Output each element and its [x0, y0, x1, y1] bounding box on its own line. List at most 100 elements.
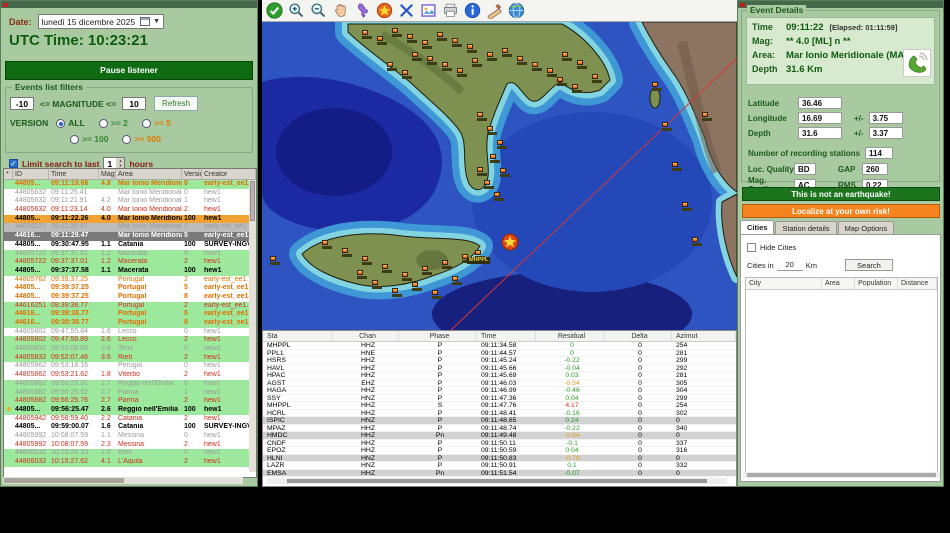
phase-horizontal-scrollbar[interactable]	[267, 478, 727, 484]
event-row[interactable]: 44805... 09:39:37.25 Portugal 8 early-est_ee…	[4, 292, 256, 302]
event-row[interactable]: 44805802 09:47:56.89 2.6 Lecco 2 hew1	[4, 336, 256, 346]
station-marker[interactable]	[672, 162, 682, 171]
globe-icon[interactable]	[507, 1, 526, 20]
phase-row[interactable]: PPL1 HNE P 09:11:44.57 0 0 281	[263, 350, 736, 357]
event-row[interactable]: 44805862 09:53:18.16 Perugia 0 hew1	[4, 362, 256, 372]
station-marker[interactable]	[652, 82, 662, 91]
tab-map-options[interactable]: Map Options	[837, 221, 895, 234]
limit-search-checkbox[interactable]: ✓	[9, 159, 18, 168]
latitude-field[interactable]: 36.46	[798, 97, 842, 109]
version-option-900[interactable]: >= 900	[122, 134, 161, 144]
magnitude-min-input[interactable]: -10	[10, 97, 34, 110]
station-marker[interactable]	[412, 282, 422, 291]
station-marker[interactable]	[477, 167, 487, 176]
station-marker[interactable]	[387, 62, 397, 71]
station-marker[interactable]	[392, 288, 402, 297]
radio-icon[interactable]	[56, 118, 66, 128]
tab-station-details[interactable]: Station details	[775, 221, 837, 234]
event-row[interactable]: 44805762 09:39:37.25 Portugal 2 early-est_ee…	[4, 275, 256, 285]
station-marker[interactable]	[362, 30, 372, 39]
delete-icon[interactable]	[397, 1, 416, 20]
snapshot-icon[interactable]	[419, 1, 438, 20]
station-marker[interactable]	[452, 276, 462, 285]
star-icon[interactable]	[375, 1, 394, 20]
station-marker[interactable]	[467, 44, 477, 53]
station-marker[interactable]	[270, 256, 280, 265]
station-marker[interactable]	[442, 62, 452, 71]
cities-horizontal-scrollbar[interactable]	[743, 472, 940, 478]
event-row[interactable]: 44806032 10:15:26.10 2.0 Rieti 0 hew1	[4, 449, 256, 458]
station-marker[interactable]	[484, 180, 494, 189]
map-canvas[interactable]: MHPPL	[262, 22, 737, 330]
event-row[interactable]: 44805832 09:52:07.46 3.6 Rieti 2 hew1	[4, 353, 256, 363]
event-row[interactable]: 44805... 09:39:37.25 Portugal 5 early-est_ee…	[4, 284, 256, 293]
event-row[interactable]: 44616251 09:39:38.77 Portugal 2 early-est_ee…	[4, 301, 256, 311]
station-marker[interactable]	[490, 154, 500, 163]
station-marker[interactable]	[457, 68, 467, 77]
event-row[interactable]: 44805632 09:11:21.91 4.2 Mar Ionio Meridion…	[4, 197, 256, 207]
station-marker[interactable]	[452, 38, 462, 47]
events-vertical-scrollbar[interactable]	[249, 180, 256, 472]
phase-row[interactable]: HAGA HHZ P 09:11:46.99 -0.46 0 304	[263, 387, 736, 395]
station-marker[interactable]	[412, 52, 422, 61]
event-row[interactable]: 44805992 10:08:07.59 2.3 Messina 2 hew1	[4, 440, 256, 450]
italy-icon[interactable]	[353, 1, 372, 20]
magnitude-max-input[interactable]: 10	[122, 97, 147, 110]
not-earthquake-button[interactable]: This is not an earthquake!	[742, 187, 940, 201]
event-row[interactable]: 44805722 09:37:37.01 1.2 Macerata 2 hew1	[4, 258, 256, 267]
longitude-error-field[interactable]: 3.75	[868, 112, 903, 124]
zoom-in-icon[interactable]	[287, 1, 306, 20]
phase-row[interactable]: MHPPL HHZ P 09:11:34.58 0 0 254	[263, 342, 736, 350]
station-marker[interactable]	[494, 192, 504, 201]
version-option-all[interactable]: ALL	[56, 118, 85, 128]
station-marker[interactable]	[487, 126, 497, 135]
radio-icon[interactable]	[70, 134, 79, 144]
print-icon[interactable]	[441, 1, 460, 20]
longitude-field[interactable]: 16.69	[798, 112, 842, 124]
station-marker[interactable]	[342, 248, 352, 257]
station-marker[interactable]	[382, 264, 392, 273]
event-row[interactable]: 44805882 09:56:25.76 2.7 Parma 2 hew1	[4, 397, 256, 406]
event-row[interactable]: 44806032 10:15:27.62 4.1 L'Aquila 2 hew1	[4, 458, 256, 467]
event-row[interactable]: 44616... 09:39:38.77 Portugal 8 early-est_ee…	[4, 319, 256, 328]
station-marker[interactable]	[477, 112, 487, 121]
phase-row[interactable]: SSY HNZ P 09:11:47.36 0.04 0 299	[263, 395, 736, 402]
cities-search-button[interactable]: Search	[844, 259, 893, 271]
events-horizontal-scrollbar[interactable]	[3, 477, 243, 484]
measure-icon[interactable]	[485, 1, 504, 20]
event-row[interactable]: 44805632 09:11:25.41 Mar Ionio Meridionale…	[4, 188, 256, 198]
phase-row[interactable]: CNDF HHZ P 09:11:50.11 -0.1 0 337	[263, 440, 736, 447]
refresh-button[interactable]: Refresh	[154, 96, 199, 111]
phase-row[interactable]: MHPPL HHZ S 09:11:47.76 4.17 0 254	[263, 402, 736, 410]
confirm-icon[interactable]	[265, 1, 284, 20]
depth-error-field[interactable]: 3.37	[868, 127, 903, 139]
event-row[interactable]: 44805992 10:08:07.59 1.1 Messina 0 hew1	[4, 431, 256, 441]
station-marker[interactable]	[547, 68, 557, 77]
event-row[interactable]: 44805632 09:11:23.14 4.0 Mar Ionio Meridion…	[4, 206, 256, 215]
phase-row[interactable]: HCRL HHZ P 09:11:48.41 -0.16 0 302	[263, 410, 736, 417]
station-marker[interactable]	[692, 237, 702, 246]
event-row[interactable]: 44805... 09:30:47.95 1.1 Catania 100 SURVEY-I…	[4, 240, 256, 250]
station-marker[interactable]	[427, 56, 437, 65]
info-icon[interactable]	[463, 1, 482, 20]
event-row[interactable]: 44805... 09:59:00.07 1.6 Catania 100 SURVEY-I…	[4, 423, 256, 432]
event-row[interactable]: 44805882 09:56:25.62 2.7 Parma 1 hew1	[4, 388, 256, 398]
event-row[interactable]: 44616... 09:11:29.47 Mar Ionio Meridional.…	[4, 232, 256, 241]
station-marker[interactable]	[377, 36, 387, 45]
station-marker[interactable]	[475, 250, 485, 259]
station-marker[interactable]	[402, 272, 412, 281]
version-option-100[interactable]: >= 100	[70, 134, 108, 144]
station-marker[interactable]	[422, 40, 432, 49]
station-marker[interactable]	[532, 62, 542, 71]
station-marker[interactable]	[497, 140, 507, 149]
pause-listener-button[interactable]: Pause listener	[5, 61, 253, 80]
station-marker[interactable]	[562, 52, 572, 61]
event-row[interactable]: 44805882 09:56:25.91 2.7 Reggio nell'Emilia…	[4, 379, 256, 389]
station-marker[interactable]	[402, 70, 412, 79]
pan-icon[interactable]	[331, 1, 350, 20]
hide-cities-checkbox[interactable]: ✓	[747, 243, 756, 252]
phase-row[interactable]: HSRS HHZ P 09:11:45.24 -0.22 0 299	[263, 357, 736, 365]
station-marker[interactable]	[437, 32, 447, 41]
version-option-2[interactable]: >= 2	[98, 118, 128, 128]
event-row[interactable]: ★ 44805... 09:56:25.47 2.6 Reggio nell'Emili…	[4, 405, 256, 415]
